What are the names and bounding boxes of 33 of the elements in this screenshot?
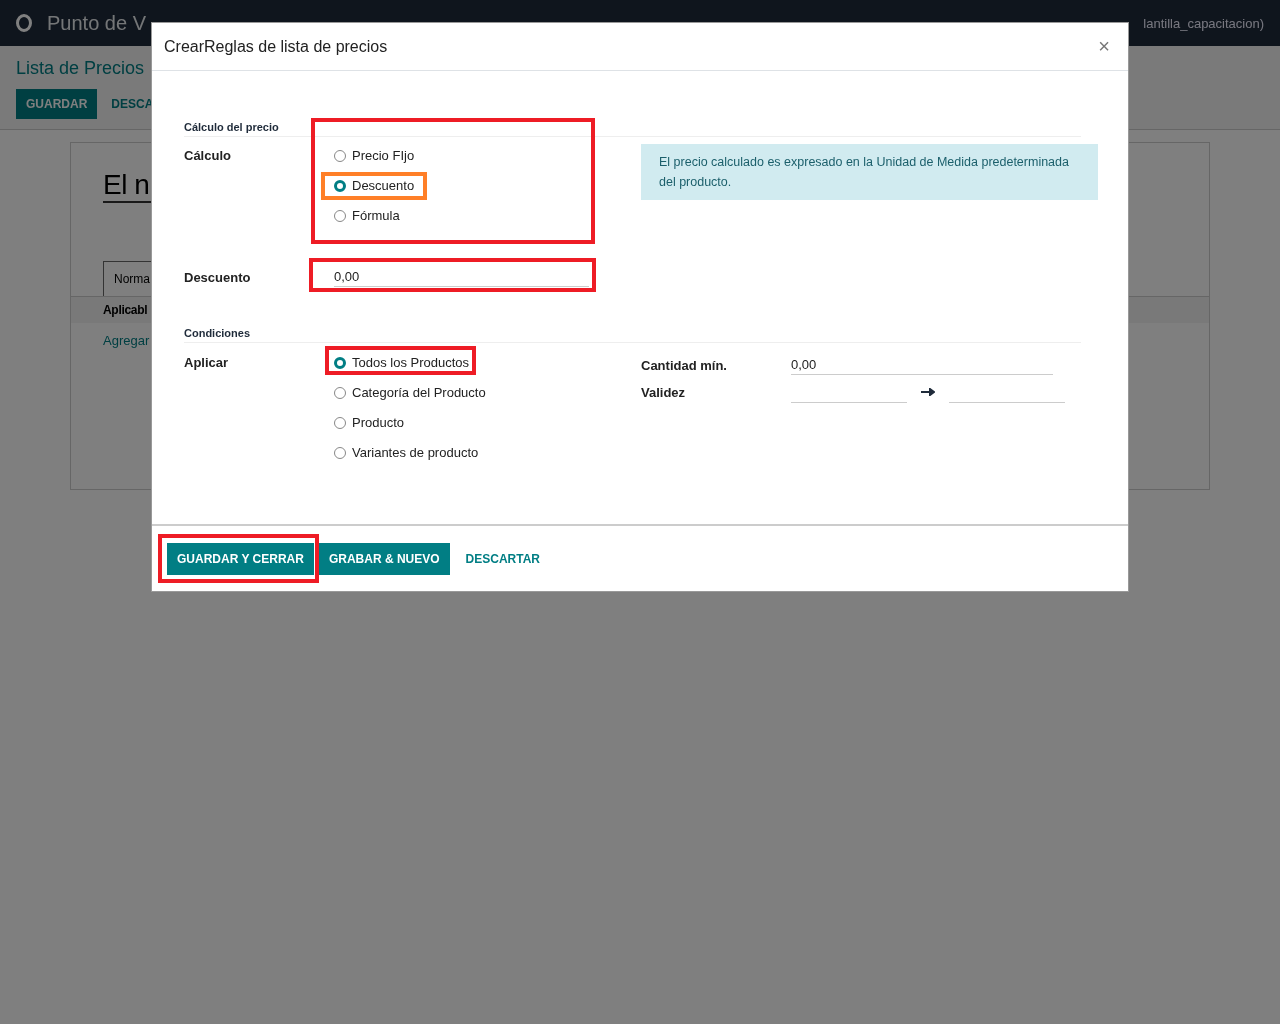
user-menu[interactable]: lantilla_capacitacion)	[1143, 15, 1264, 31]
section-title: Condiciones	[184, 327, 1081, 343]
field-label: Cálculo	[184, 148, 232, 163]
radio-option[interactable]: Producto	[334, 415, 405, 431]
app-name: Punto de V	[47, 11, 146, 35]
field-label: Aplicar	[184, 355, 230, 370]
radio-option[interactable]: Todos los Productos	[334, 355, 470, 371]
radio-option[interactable]: Precio FIjo	[334, 148, 415, 164]
save-button[interactable]: GRABAR & NUEVO	[318, 543, 450, 575]
column-header: Aplicabl	[103, 303, 148, 317]
close-button[interactable]: ×	[1092, 34, 1116, 59]
section-title: Cálculo del precio	[184, 121, 1081, 137]
discount-field[interactable]: 0,00	[334, 267, 589, 287]
field-label: Descuento	[184, 269, 252, 285]
field-label: Validez	[641, 384, 687, 400]
arrow-icon	[921, 388, 935, 396]
radio-icon[interactable]	[334, 387, 346, 399]
min-quantity-field[interactable]: 0,00	[791, 355, 1053, 375]
dialog-title: CrearReglas de lista de precios	[164, 37, 388, 56]
logo-icon[interactable]	[16, 14, 32, 32]
discard-button[interactable]: DESCARTAR	[455, 543, 551, 575]
radio-icon[interactable]	[334, 150, 346, 162]
radio-icon[interactable]	[334, 417, 346, 429]
radio-option[interactable]: Categoría del Producto	[334, 385, 486, 401]
radio-icon[interactable]	[334, 210, 346, 222]
radio-icon[interactable]	[334, 357, 346, 369]
info-message: El precio calculado es expresado en la Unidad de Medida predeterminada del producto.	[641, 144, 1098, 200]
radio-icon[interactable]	[334, 180, 346, 192]
field-label: Cantidad mín.	[641, 357, 728, 373]
radio-option[interactable]: Variantes de producto	[334, 445, 479, 461]
save-button[interactable]: GUARDAR Y CERRAR	[167, 543, 314, 575]
radio-option[interactable]: Fórmula	[334, 208, 400, 224]
radio-icon[interactable]	[334, 447, 346, 459]
